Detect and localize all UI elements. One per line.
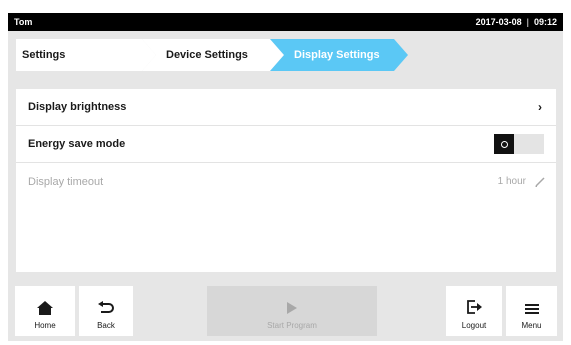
setting-row-energy-save-mode: Energy save mode [16,126,556,163]
display-timeout-value: 1 hour [497,176,526,187]
status-separator: | [526,17,529,27]
breadcrumb-settings[interactable]: Settings [16,39,156,71]
status-datetime: 2017-03-08 | 09:12 [476,17,557,27]
logout-icon [467,300,482,314]
hamburger-menu-icon [524,304,539,314]
main-panel: Settings Device Settings Display Setting… [8,31,563,280]
bottom-bar: Home Back Start Program Logout Menu [8,280,563,341]
display-brightness-label: Display brightness [28,101,127,113]
energy-save-mode-label: Energy save mode [28,138,126,150]
menu-button[interactable]: Menu [506,286,557,336]
current-user: Tom [14,17,33,27]
start-program-button[interactable]: Start Program [207,286,377,336]
setting-row-display-brightness[interactable]: Display brightness › [16,89,556,126]
play-icon [287,302,297,314]
home-button[interactable]: Home [15,286,75,336]
back-button-label: Back [97,321,115,330]
display-timeout-label: Display timeout [28,175,104,188]
breadcrumb-device-settings[interactable]: Device Settings [142,39,284,71]
menu-button-label: Menu [521,321,542,330]
setting-row-display-timeout: Display timeout 1 hour [16,163,556,200]
breadcrumb-display-settings-label: Display Settings [294,49,380,61]
home-button-label: Home [34,321,56,330]
logout-button-label: Logout [461,321,487,330]
breadcrumb: Settings Device Settings Display Setting… [16,39,556,71]
logout-button[interactable]: Logout [446,286,502,336]
toggle-off-icon [494,134,514,154]
chevron-right-icon: › [538,100,542,114]
pencil-icon [535,176,545,187]
back-arrow-icon [98,301,114,313]
status-time: 09:12 [533,17,557,27]
breadcrumb-settings-label: Settings [22,49,66,61]
back-button[interactable]: Back [79,286,133,336]
energy-save-toggle[interactable] [494,134,544,154]
start-program-label: Start Program [267,321,317,330]
home-icon [37,301,53,315]
breadcrumb-display-settings[interactable]: Display Settings [270,39,408,71]
breadcrumb-device-settings-label: Device Settings [166,49,248,61]
status-bar: Tom 2017-03-08 | 09:12 [8,13,563,31]
status-date: 2017-03-08 [475,17,522,27]
display-timeout-value-group: 1 hour [498,176,546,188]
settings-list: Display brightness › Energy save mode Di… [16,89,556,272]
